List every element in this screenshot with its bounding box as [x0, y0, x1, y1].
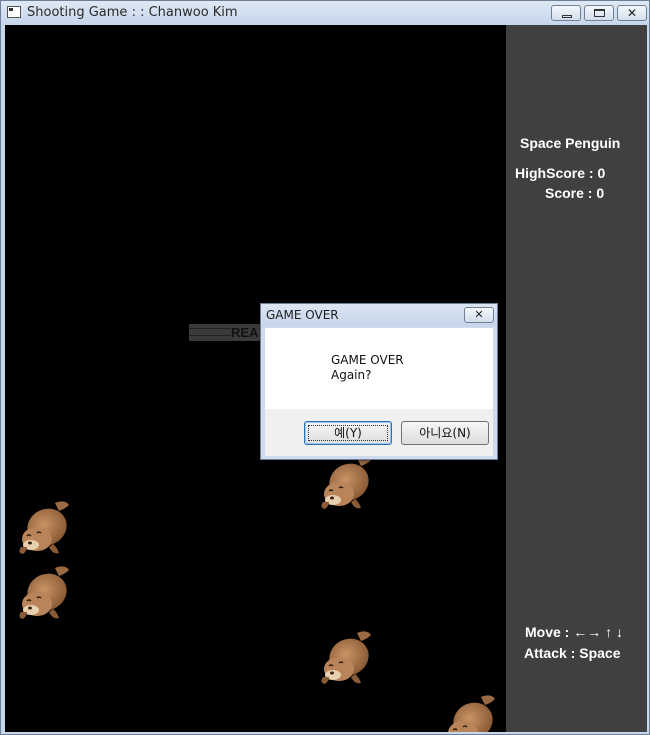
app-icon[interactable]	[7, 6, 21, 18]
score-label: Score : 0	[545, 185, 605, 201]
seal-enemy	[18, 500, 73, 555]
seal-enemy	[320, 630, 375, 685]
window-title: Shooting Game : : Chanwoo Kim	[27, 5, 238, 20]
dialog-title-bar[interactable]: GAME OVER ✕	[261, 304, 497, 327]
ready-banner-lines	[189, 328, 231, 336]
attack-instructions: Attack : Space	[524, 645, 621, 661]
close-icon: ✕	[626, 6, 638, 20]
seal-enemy	[18, 565, 73, 620]
move-instructions: Move : ←→ ↑ ↓	[525, 624, 624, 640]
no-button[interactable]: 아니요(N)	[401, 421, 489, 445]
game-title: Space Penguin	[520, 135, 621, 151]
dialog-close-button[interactable]: ✕	[464, 307, 494, 323]
highscore-label: HighScore : 0	[515, 165, 606, 181]
yes-button-label: 예(Y)	[334, 426, 362, 440]
close-button[interactable]: ✕	[617, 5, 647, 21]
close-icon: ✕	[474, 308, 484, 321]
dialog-message-line2: Again?	[331, 368, 372, 382]
maximize-button[interactable]	[584, 5, 614, 21]
maximize-icon	[585, 6, 613, 20]
dialog-message-line1: GAME OVER	[331, 353, 404, 367]
seal-enemy	[320, 455, 375, 510]
game-over-dialog: GAME OVER ✕ GAME OVER Again? 예(Y) 아니요(N)	[260, 303, 498, 460]
score-sidebar: Space Penguin HighScore : 0 Score : 0 Mo…	[506, 25, 647, 732]
title-bar[interactable]: Shooting Game : : Chanwoo Kim ✕	[1, 1, 649, 25]
dialog-title: GAME OVER	[266, 308, 339, 322]
dialog-footer: 예(Y) 아니요(N)	[265, 409, 493, 456]
yes-button[interactable]: 예(Y)	[304, 421, 392, 445]
seal-enemy	[444, 694, 499, 732]
dialog-body: GAME OVER Again?	[265, 328, 493, 409]
ready-text: REA	[231, 325, 259, 340]
minimize-icon	[552, 6, 580, 20]
minimize-button[interactable]	[551, 5, 581, 21]
ready-banner: REA	[189, 324, 269, 341]
no-button-label: 아니요(N)	[419, 426, 471, 440]
